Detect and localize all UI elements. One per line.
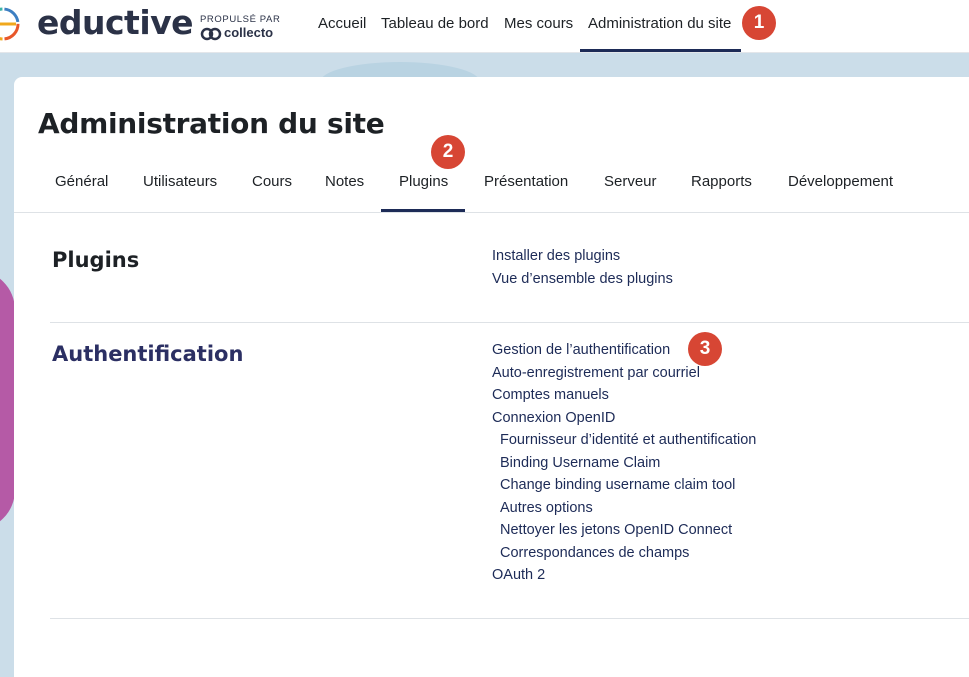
brand-name[interactable]: eductive (37, 2, 194, 44)
powered-by-label: PROPULSÉ PAR (200, 14, 281, 25)
link-auto-enregistrement[interactable]: Auto-enregistrement par courriel (492, 365, 700, 381)
tab-serveur[interactable]: Serveur (604, 173, 657, 190)
tabs-divider (14, 212, 969, 213)
link-oauth2[interactable]: OAuth 2 (492, 567, 545, 583)
link-nettoyer-jetons[interactable]: Nettoyer les jetons OpenID Connect (500, 522, 732, 538)
section-divider (50, 618, 969, 619)
nav-tableau-de-bord[interactable]: Tableau de bord (381, 15, 489, 32)
annotation-badge-1: 1 (742, 6, 776, 40)
tab-rapports[interactable]: Rapports (691, 173, 752, 190)
link-installer-des-plugins[interactable]: Installer des plugins (492, 248, 620, 264)
link-connexion-openid[interactable]: Connexion OpenID (492, 410, 615, 426)
annotation-badge-2: 2 (431, 135, 465, 169)
link-change-binding-tool[interactable]: Change binding username claim tool (500, 477, 735, 493)
link-comptes-manuels[interactable]: Comptes manuels (492, 387, 609, 403)
link-correspondances-champs[interactable]: Correspondances de champs (500, 545, 689, 561)
nav-administration-du-site[interactable]: Administration du site (588, 15, 731, 32)
top-navbar: eductive PROPULSÉ PAR collecto Accueil T… (0, 0, 969, 53)
section-title-plugins: Plugins (52, 248, 140, 272)
tab-cours[interactable]: Cours (252, 173, 292, 190)
tab-utilisateurs[interactable]: Utilisateurs (143, 173, 217, 190)
link-vue-ensemble-plugins[interactable]: Vue d’ensemble des plugins (492, 271, 673, 287)
section-title-authentification: Authentification (52, 342, 244, 366)
nav-accueil[interactable]: Accueil (318, 15, 366, 32)
eductive-logo-icon[interactable] (0, 7, 20, 41)
collecto-logo-icon (200, 27, 222, 41)
main-card: Administration du site Général Utilisate… (14, 77, 969, 677)
link-autres-options[interactable]: Autres options (500, 500, 593, 516)
nav-mes-cours[interactable]: Mes cours (504, 15, 573, 32)
nav-active-indicator (580, 49, 741, 52)
tab-general[interactable]: Général (55, 173, 108, 190)
section-divider (50, 322, 969, 323)
link-gestion-authentification[interactable]: Gestion de l’authentification (492, 342, 670, 358)
tab-developpement[interactable]: Développement (788, 173, 893, 190)
page-title: Administration du site (38, 107, 385, 140)
partner-name: collecto (224, 25, 274, 40)
tab-plugins[interactable]: Plugins (399, 173, 448, 190)
link-fournisseur-identite[interactable]: Fournisseur d’identité et authentificati… (500, 432, 756, 448)
tab-notes[interactable]: Notes (325, 173, 364, 190)
annotation-badge-3: 3 (688, 332, 722, 366)
link-binding-username-claim[interactable]: Binding Username Claim (500, 455, 660, 471)
background-decoration (0, 270, 15, 530)
tab-presentation[interactable]: Présentation (484, 173, 568, 190)
